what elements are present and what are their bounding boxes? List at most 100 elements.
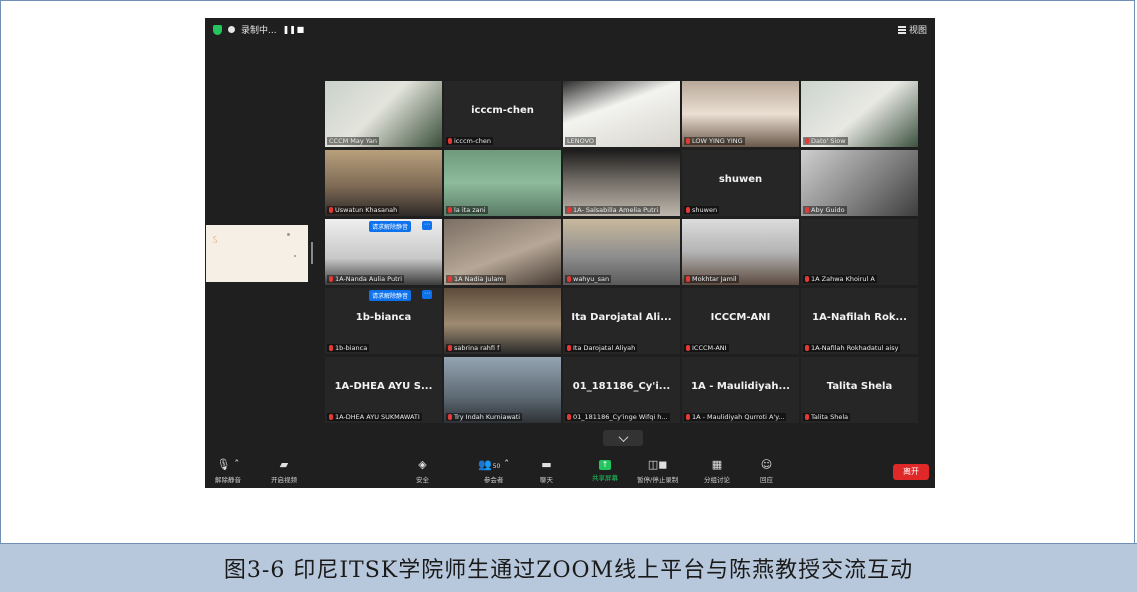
dot-mark — [287, 233, 290, 236]
start-video-label: 开启视频 — [271, 476, 297, 484]
participant-tile[interactable]: icccm-chen icccm-chen — [444, 81, 561, 147]
participant-tile[interactable]: 1A Zahwa Khoirul A — [801, 219, 918, 285]
participant-tile[interactable]: Try Indah Kurniawati — [444, 357, 561, 423]
recording-dot-icon — [228, 26, 235, 33]
mic-muted-icon — [567, 345, 571, 351]
participant-gallery: CCCM May Yan icccm-chen icccm-chen LENOVO LO… — [325, 81, 925, 429]
more-options-icon[interactable]: ⋯ — [422, 290, 432, 299]
participant-tile[interactable]: Dato' Siow — [801, 81, 918, 147]
participant-tile[interactable]: shuwen shuwen — [682, 150, 799, 216]
participant-name-label: Mokhtar Jamil — [684, 275, 739, 283]
view-label: 视图 — [908, 26, 927, 36]
participant-name-label: sabrina rahfi f — [446, 344, 502, 352]
participant-name-text: 01_181186_Cy'inge Wifqi h... — [573, 413, 668, 421]
leave-meeting-button[interactable]: 离开 — [893, 464, 929, 480]
participant-tile[interactable]: Talita Shela Talita Shela — [801, 357, 918, 423]
chat-button[interactable]: ▬ 聊天 — [540, 458, 553, 484]
participant-tile[interactable]: 1A - Maulidiyah... 1A - Maulidiyah Qurrot… — [682, 357, 799, 423]
participant-tile[interactable]: 1A-Nafilah Rok... 1A-Nafilah Rokhadatul a… — [801, 288, 918, 354]
unmute-button[interactable]: 🎙 ˆ 解除静音 — [215, 458, 241, 484]
start-video-button[interactable]: ▰ 开启视频 — [271, 458, 297, 484]
mic-muted-icon — [686, 207, 690, 213]
mic-muted-icon — [329, 276, 333, 282]
participant-name-label: ICCCM-ANI — [684, 344, 729, 352]
share-screen-label: 共享屏幕 — [592, 474, 618, 482]
mic-muted-icon — [686, 414, 690, 420]
participant-display-name: 1b-bianca — [355, 312, 412, 323]
participant-tile[interactable]: Uswatun Khasanah — [325, 150, 442, 216]
participant-tile[interactable]: 1A-DHEA AYU S... 1A-DHEA AYU SUKMAWATI — [325, 357, 442, 423]
participant-tile[interactable]: 请求解除静音 ⋯ 1A-Nanda Aulia Putri — [325, 219, 442, 285]
participant-tile[interactable]: LENOVO — [563, 81, 680, 147]
participant-name-label: icccm-chen — [446, 137, 494, 145]
security-button[interactable]: ◈ 安全 — [416, 458, 429, 484]
participant-display-name: 1A-DHEA AYU S... — [334, 381, 433, 392]
mic-muted-icon — [686, 276, 690, 282]
participant-name-text: 1A-Nanda Aulia Putri — [335, 275, 403, 283]
mic-muted-icon — [448, 414, 452, 420]
participant-name-text: Ita Darojatal Aliyah — [573, 344, 636, 352]
ask-to-unmute-badge[interactable]: 请求解除静音 — [369, 221, 412, 232]
participant-name-label: Talita Shela — [803, 413, 851, 421]
participant-display-name: 1A-Nafilah Rok... — [812, 312, 907, 323]
decorative-swirl-icon: ઽ — [212, 233, 218, 246]
participant-tile[interactable]: 01_181186_Cy'i... 01_181186_Cy'inge Wifqi… — [563, 357, 680, 423]
participant-name-text: LENOVO — [567, 137, 595, 145]
participant-tile[interactable]: 1A- Salsabilla Amelia Putri — [563, 150, 680, 216]
reactions-button[interactable]: ☺ 回应 — [760, 458, 773, 484]
participant-name-text: Aby Guido — [811, 206, 845, 214]
participant-name-label: 1A-Nafilah Rokhadatul aisy — [803, 344, 901, 352]
participant-name-text: CCCM May Yan — [329, 137, 377, 145]
participant-name-label: Dato' Siow — [803, 137, 848, 145]
figure-caption-bar: 图3-6 印尼ITSK学院师生通过ZOOM线上平台与陈燕教授交流互动 — [0, 543, 1137, 592]
participant-name-label: LOW YING YING — [684, 137, 745, 145]
pause-recording-label: 暂停/停止录制 — [637, 476, 679, 484]
participant-name-label: CCCM May Yan — [327, 137, 379, 145]
meeting-top-bar: 录制中... ❚❚ ■ 视图 — [205, 18, 935, 42]
view-button[interactable]: 视图 — [897, 23, 927, 36]
participant-name-label: la ita zani — [446, 206, 488, 214]
participant-tile[interactable]: Aby Guido — [801, 150, 918, 216]
mic-muted-icon — [448, 207, 452, 213]
self-view-thumbnail[interactable]: ઽ — [206, 225, 308, 282]
breakout-grid-icon: ▦ — [711, 458, 723, 471]
participant-tile[interactable]: ICCCM-ANI ICCCM-ANI — [682, 288, 799, 354]
mic-muted-icon — [329, 207, 333, 213]
next-page-button[interactable] — [603, 430, 643, 446]
participant-name-label: Try Indah Kurniawati — [446, 413, 523, 421]
stop-recording-icon[interactable]: ■ — [297, 25, 305, 34]
ask-to-unmute-badge[interactable]: 请求解除静音 — [369, 290, 412, 301]
mic-muted-icon — [329, 345, 333, 351]
participant-tile[interactable]: LOW YING YING — [682, 81, 799, 147]
pause-recording-icon[interactable]: ❚❚ — [283, 25, 296, 34]
participant-name-text: 1A Zahwa Khoirul A — [811, 275, 875, 283]
mic-muted-icon — [686, 345, 690, 351]
security-label: 安全 — [416, 476, 429, 484]
participant-name-label: shuwen — [684, 206, 720, 214]
pause-stop-recording-button[interactable]: ◫◼ 暂停/停止录制 — [637, 458, 678, 484]
panel-resize-handle[interactable] — [311, 242, 313, 264]
participants-button[interactable]: 👥50 ˆ 参会者 — [478, 458, 509, 484]
participant-tile[interactable]: wahyu_san — [563, 219, 680, 285]
mic-muted-icon — [805, 414, 809, 420]
participant-name-text: 1A- Salsabilla Amelia Putri — [573, 206, 659, 214]
mic-muted-icon — [567, 414, 571, 420]
pause-stop-icon: ◫◼ — [647, 458, 668, 471]
participant-tile[interactable]: sabrina rahfi f — [444, 288, 561, 354]
participant-tile[interactable]: 1A Nadia Julam — [444, 219, 561, 285]
participant-name-label: 01_181186_Cy'inge Wifqi h... — [565, 413, 670, 421]
participant-name-text: Mokhtar Jamil — [692, 275, 737, 283]
mic-muted-icon — [567, 207, 571, 213]
participant-name-text: wahyu_san — [573, 275, 610, 283]
more-options-icon[interactable]: ⋯ — [422, 221, 432, 230]
participant-tile[interactable]: Ita Darojatal Ali... Ita Darojatal Aliyah — [563, 288, 680, 354]
participant-name-text: sabrina rahfi f — [454, 344, 500, 352]
participant-tile[interactable]: 1b-bianca 请求解除静音 ⋯ 1b-bianca — [325, 288, 442, 354]
participant-name-text: ICCCM-ANI — [692, 344, 727, 352]
breakout-rooms-button[interactable]: ▦ 分组讨论 — [704, 458, 730, 484]
participant-tile[interactable]: Mokhtar Jamil — [682, 219, 799, 285]
share-screen-button[interactable]: ↑ 共享屏幕 — [592, 458, 618, 482]
participant-tile[interactable]: CCCM May Yan — [325, 81, 442, 147]
participant-tile[interactable]: la ita zani — [444, 150, 561, 216]
recording-status: 录制中... — [241, 26, 277, 36]
